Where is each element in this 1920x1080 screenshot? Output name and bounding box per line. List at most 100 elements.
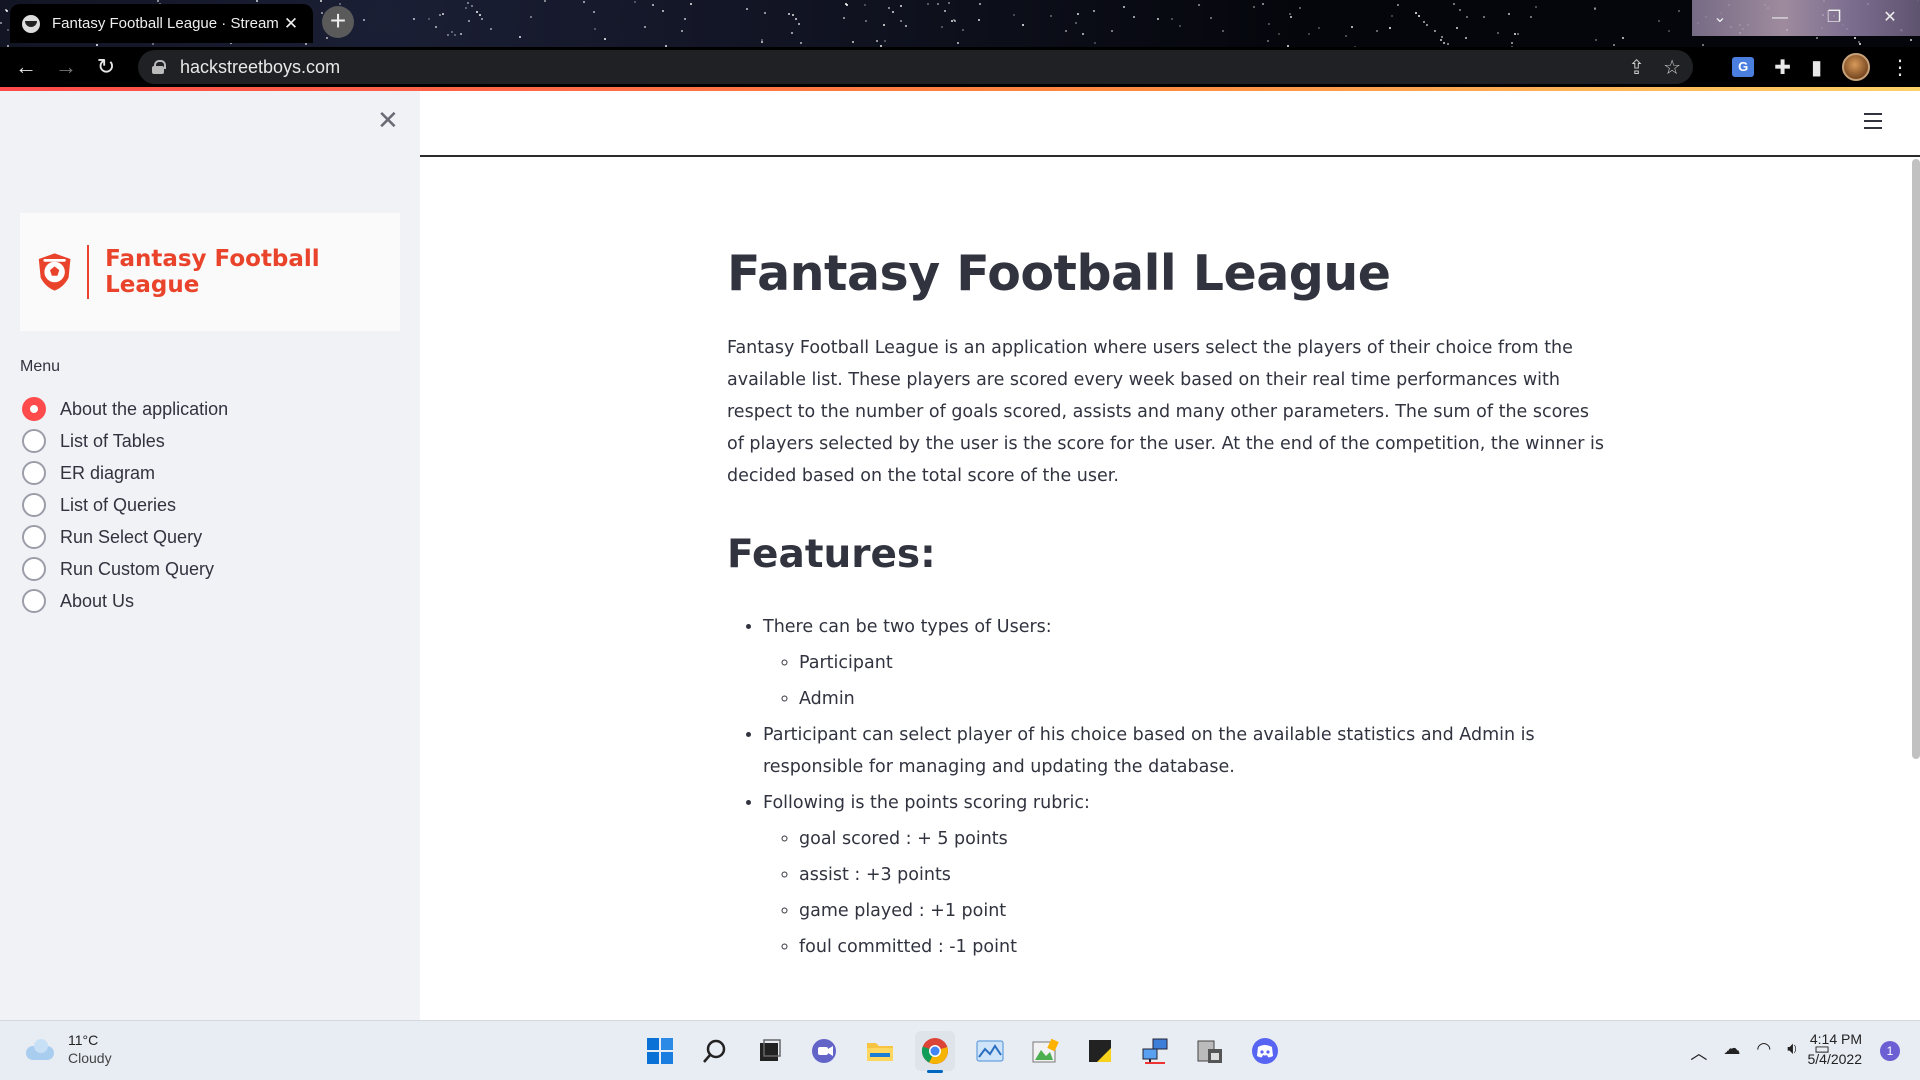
menu-item-label: List of Queries — [60, 494, 177, 515]
paint-icon — [1032, 1038, 1059, 1063]
streamlit-favicon-icon — [22, 14, 40, 33]
chevron-up-icon[interactable]: ︿ — [1690, 1039, 1707, 1064]
back-arrow-icon[interactable]: ← — [6, 49, 46, 85]
browser-tab[interactable]: Fantasy Football League · Stream ✕ — [10, 4, 313, 43]
sub-list-item: Participant — [799, 647, 1607, 679]
image-viewer-icon — [976, 1040, 1004, 1062]
menu-item-label: Run Select Query — [60, 526, 203, 547]
wifi-icon[interactable]: ◠ — [1756, 1039, 1771, 1064]
extensions-puzzle-icon[interactable]: ✚ — [1774, 55, 1791, 80]
close-window-button[interactable]: ✕ — [1862, 0, 1918, 36]
search-button[interactable] — [695, 1031, 735, 1071]
scrollbar[interactable] — [1912, 159, 1920, 759]
teams-chat-button[interactable] — [805, 1031, 845, 1071]
feature-text: Following is the points scoring rubric: — [763, 793, 1090, 813]
sub-list-item: goal scored : + 5 points — [799, 823, 1607, 855]
menu-item-list-of-tables[interactable]: List of Tables — [22, 425, 228, 457]
bookmark-star-icon[interactable]: ☆ — [1663, 55, 1681, 80]
menu-label: Menu — [20, 358, 61, 375]
browser-toolbar: ← → ↻ hackstreetboys.com ⇪ ☆ G ✚ ▮ ⋮ — [0, 47, 1920, 87]
sub-list-item: game played : +1 point — [799, 895, 1607, 927]
share-icon[interactable]: ⇪ — [1628, 55, 1645, 80]
radio-button[interactable] — [22, 493, 46, 517]
address-bar[interactable]: hackstreetboys.com ⇪ ☆ — [138, 50, 1693, 84]
restore-button[interactable]: ❐ — [1806, 0, 1862, 36]
radio-button[interactable] — [22, 429, 46, 453]
security-app-button[interactable] — [1190, 1031, 1230, 1071]
chrome-taskbar-button[interactable] — [915, 1031, 955, 1073]
file-explorer-button[interactable] — [860, 1031, 900, 1071]
paint-app-button[interactable] — [1025, 1031, 1065, 1071]
photos-app-button[interactable] — [970, 1031, 1010, 1071]
network-computers-icon — [1142, 1038, 1168, 1064]
shield-ball-icon — [38, 253, 71, 291]
discord-button[interactable] — [1245, 1031, 1285, 1071]
onedrive-cloud-icon[interactable]: ☁ — [1723, 1039, 1740, 1064]
logo-divider — [87, 245, 90, 299]
lock-screen-icon — [1197, 1040, 1222, 1063]
menu-item-about-us[interactable]: About Us — [22, 585, 228, 617]
radio-button[interactable] — [22, 397, 46, 421]
radio-button[interactable] — [22, 525, 46, 549]
menu-item-about-the-application[interactable]: About the application — [22, 393, 228, 425]
tab-close-icon[interactable]: ✕ — [281, 14, 301, 34]
main-content: Fantasy Football League Fantasy Football… — [420, 91, 1920, 1020]
menu-item-label: Run Custom Query — [60, 558, 215, 579]
reload-icon[interactable]: ↻ — [86, 49, 126, 85]
menu-item-label: About Us — [60, 590, 135, 611]
menu-item-er-diagram[interactable]: ER diagram — [22, 457, 228, 489]
features-heading: Features: — [727, 532, 936, 577]
radio-button[interactable] — [22, 461, 46, 485]
radio-button[interactable] — [22, 589, 46, 613]
task-view-button[interactable] — [750, 1031, 790, 1071]
network-app-button[interactable] — [1135, 1031, 1175, 1071]
minimize-button[interactable]: — — [1752, 0, 1808, 36]
notification-badge[interactable]: 1 — [1880, 1041, 1900, 1061]
sidebar-close-icon[interactable]: ✕ — [377, 105, 399, 136]
google-translate-extension-icon[interactable]: G — [1732, 57, 1755, 77]
sub-list: Participant Admin — [763, 647, 1607, 715]
tab-search-icon[interactable]: ⌄ — [1692, 0, 1748, 36]
new-tab-button[interactable]: + — [322, 6, 354, 38]
sub-list-item: foul committed : -1 point — [799, 931, 1607, 963]
url-text[interactable]: hackstreetboys.com — [180, 57, 340, 78]
menu-item-label: ER diagram — [60, 462, 156, 483]
windows-logo-icon — [647, 1038, 673, 1064]
intro-paragraph: Fantasy Football League is an applicatio… — [727, 338, 1604, 486]
hamburger-menu-icon[interactable] — [1864, 113, 1882, 134]
menu-item-list-of-queries[interactable]: List of Queries — [22, 489, 228, 521]
folder-icon — [867, 1043, 893, 1061]
start-button[interactable] — [640, 1031, 680, 1071]
menu-item-run-select-query[interactable]: Run Select Query — [22, 521, 228, 553]
sub-list: goal scored : + 5 points assist : +3 poi… — [763, 823, 1607, 963]
weather-widget[interactable]: 11°C Cloudy — [24, 1031, 112, 1067]
side-panel-icon[interactable]: ▮ — [1811, 55, 1822, 80]
taskbar-apps — [640, 1031, 1285, 1073]
time: 4:14 PM — [1809, 1031, 1862, 1047]
date: 5/4/2022 — [1807, 1051, 1863, 1067]
list-item: Participant can select player of his cho… — [763, 719, 1607, 783]
forward-arrow-icon[interactable]: → — [46, 49, 86, 85]
temperature: 11°C — [68, 1032, 99, 1048]
sticky-notes-icon — [1089, 1040, 1111, 1062]
chrome-icon — [921, 1038, 948, 1064]
menu-item-label: About the application — [60, 398, 229, 419]
list-item: Following is the points scoring rubric: … — [763, 787, 1607, 963]
clock[interactable]: 4:14 PM 5/4/2022 — [1808, 1029, 1863, 1069]
chrome-menu-icon[interactable]: ⋮ — [1890, 55, 1910, 80]
features-list: There can be two types of Users: Partici… — [727, 611, 1607, 963]
lock-icon — [152, 60, 166, 74]
browser-tab-strip: Fantasy Football League · Stream ✕ + ⌄ —… — [0, 0, 1920, 47]
radio-button[interactable] — [22, 557, 46, 581]
discord-icon — [1252, 1038, 1278, 1064]
menu-item-run-custom-query[interactable]: Run Custom Query — [22, 553, 228, 585]
page-content: Fantasy Football League Fantasy Football… — [727, 245, 1607, 967]
search-icon — [703, 1039, 726, 1063]
profile-avatar[interactable] — [1842, 53, 1870, 81]
feature-text: There can be two types of Users: — [763, 617, 1052, 637]
sticky-notes-button[interactable] — [1080, 1031, 1120, 1071]
sidebar: ✕ Fantasy Football League Menu About the… — [0, 91, 420, 1020]
logo-card: Fantasy Football League — [20, 213, 400, 331]
volume-icon[interactable]: 🔉︎ — [1787, 1039, 1798, 1064]
cloud-icon — [24, 1038, 56, 1060]
